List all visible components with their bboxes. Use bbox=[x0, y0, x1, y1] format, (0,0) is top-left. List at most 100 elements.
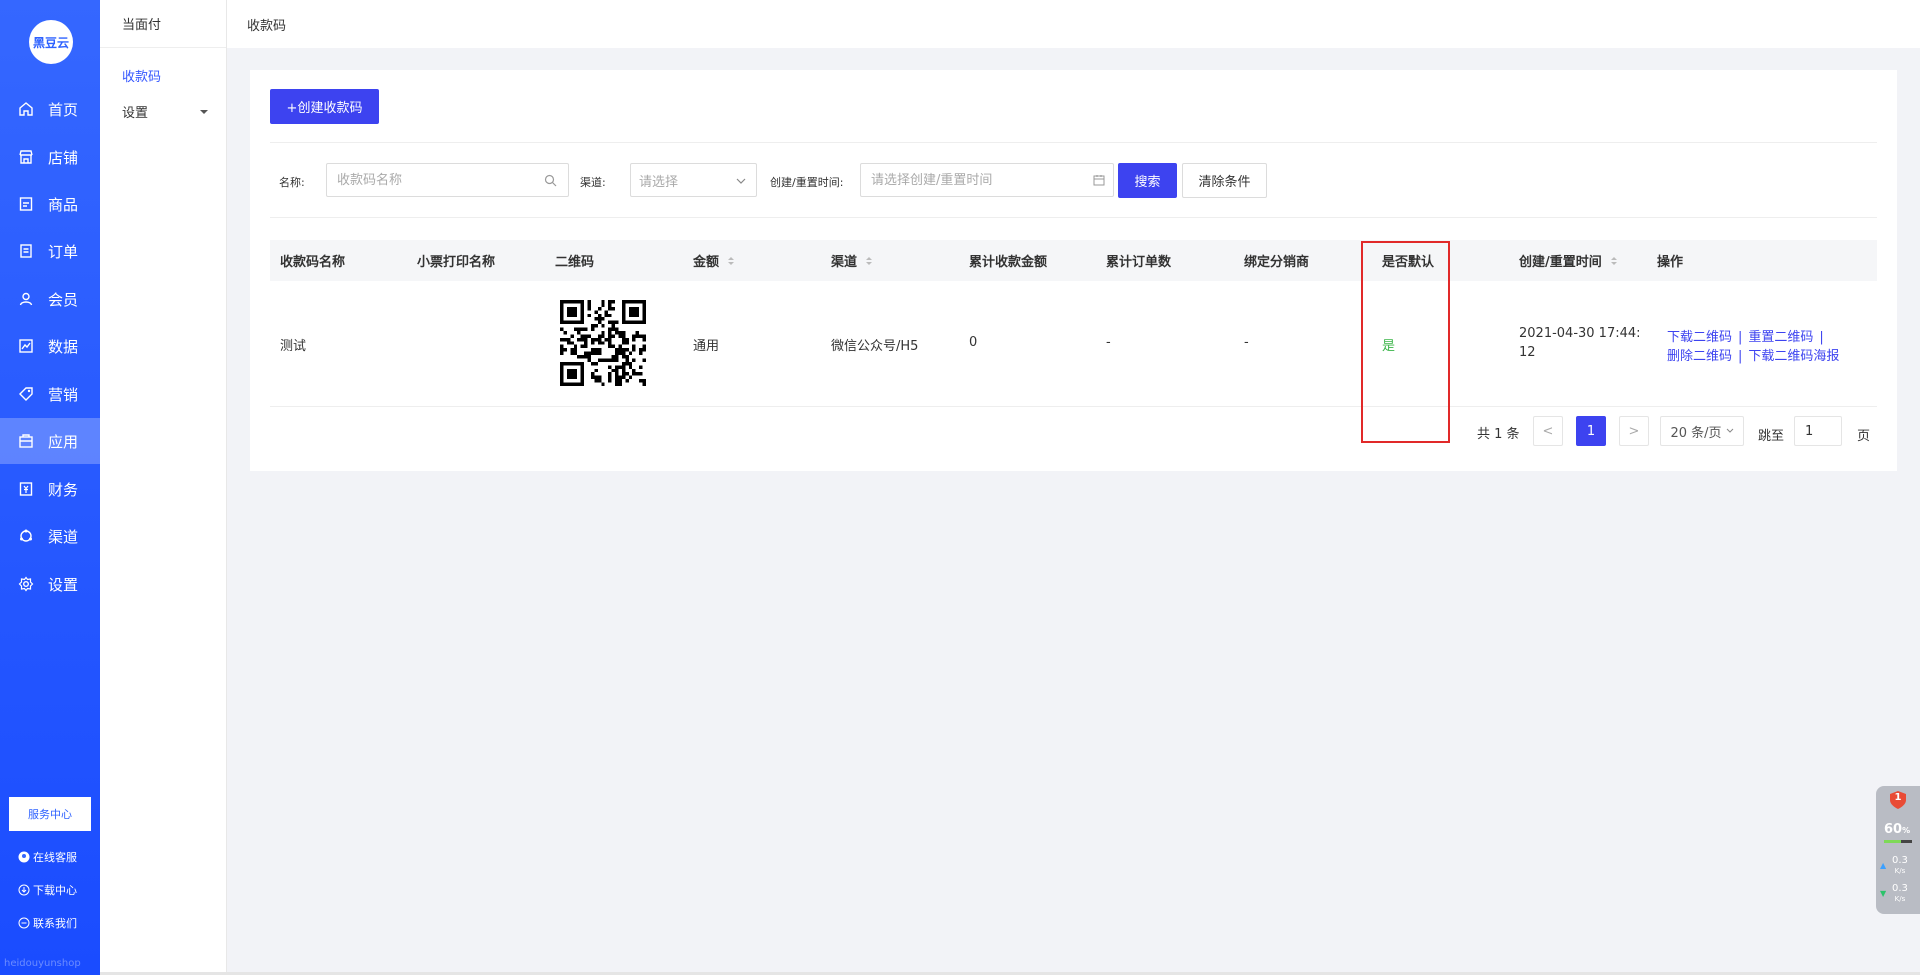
download-poster-link[interactable]: 下载二维码海报 bbox=[1748, 349, 1839, 364]
sidebar-item-apps[interactable]: 应用 bbox=[0, 418, 100, 464]
sidebar-item-channels[interactable]: 渠道 bbox=[0, 513, 100, 559]
column-header: 绑定分销商 bbox=[1244, 255, 1310, 270]
data-icon bbox=[18, 338, 34, 354]
chevron-down-icon bbox=[1726, 428, 1734, 434]
calendar-icon[interactable] bbox=[1093, 174, 1105, 186]
column-header-time[interactable]: 创建/重置时间 bbox=[1519, 240, 1617, 281]
sort-icon[interactable] bbox=[728, 256, 735, 265]
column-header: 累计收款金额 bbox=[969, 255, 1048, 270]
sort-icon[interactable] bbox=[866, 256, 873, 265]
cell-distributor: - bbox=[1244, 335, 1249, 350]
usage-percent: 60% bbox=[1884, 822, 1911, 837]
sidebar-item-orders[interactable]: 订单 bbox=[0, 228, 100, 274]
app-icon bbox=[18, 433, 34, 449]
page-size-select[interactable]: 20 条/页 bbox=[1660, 416, 1744, 446]
gear-icon bbox=[18, 576, 34, 592]
name-search-input[interactable] bbox=[326, 163, 569, 197]
sidebar-item-finance[interactable]: 财务 bbox=[0, 466, 100, 512]
column-header: 小票打印名称 bbox=[417, 255, 496, 270]
cell-channel: 微信公众号/H5 bbox=[831, 339, 919, 354]
column-header-amount[interactable]: 金额 bbox=[693, 240, 735, 281]
delete-qrcode-link[interactable]: 删除二维码 bbox=[1667, 349, 1732, 364]
time-filter-label: 创建/重置时间: bbox=[770, 176, 844, 189]
separator: | bbox=[1819, 330, 1824, 345]
subnav-item-qrcode[interactable]: 收款码 bbox=[122, 66, 161, 85]
chat-icon bbox=[18, 917, 30, 929]
search-icon[interactable] bbox=[544, 174, 557, 187]
column-header: 累计订单数 bbox=[1106, 255, 1172, 270]
cell-time-line2: 12 bbox=[1519, 345, 1536, 360]
name-filter-label: 名称: bbox=[279, 176, 305, 189]
column-header: 二维码 bbox=[555, 255, 595, 270]
tag-icon bbox=[18, 386, 34, 402]
column-header-channel[interactable]: 渠道 bbox=[831, 240, 873, 281]
main-sidebar: 黑豆云 首页 店铺 商品 订单 会员 数据 营销 应用 财务 渠道 设置 服务中… bbox=[0, 0, 100, 975]
highlight-box bbox=[1361, 241, 1450, 443]
row-divider bbox=[270, 406, 1877, 407]
usage-bar-fill bbox=[1884, 840, 1901, 843]
cell-amount: 通用 bbox=[693, 339, 720, 354]
download-icon bbox=[18, 884, 30, 896]
cell-total-amount: 0 bbox=[969, 335, 978, 350]
prev-page-button[interactable]: < bbox=[1533, 416, 1563, 446]
sidebar-item-marketing[interactable]: 营销 bbox=[0, 371, 100, 417]
reset-qrcode-link[interactable]: 重置二维码 bbox=[1748, 330, 1813, 345]
action-links-line2: 删除二维码 | 下载二维码海报 bbox=[1667, 345, 1839, 364]
sort-icon[interactable] bbox=[1610, 256, 1617, 265]
channel-filter-label: 渠道: bbox=[580, 176, 606, 189]
topbar: 收款码 bbox=[227, 0, 1920, 48]
next-page-button[interactable]: > bbox=[1619, 416, 1649, 446]
jump-label: 跳至 bbox=[1758, 429, 1785, 444]
sidebar-item-members[interactable]: 会员 bbox=[0, 276, 100, 322]
channel-icon bbox=[18, 528, 34, 544]
cell-name: 测试 bbox=[280, 339, 307, 354]
contact-us-link[interactable]: 联系我们 bbox=[18, 915, 77, 931]
time-range-input[interactable] bbox=[860, 163, 1114, 197]
goods-icon bbox=[18, 196, 34, 212]
create-qrcode-button[interactable]: +创建收款码 bbox=[270, 89, 379, 124]
brand-logo[interactable]: 黑豆云 bbox=[29, 20, 73, 64]
column-header: 操作 bbox=[1657, 255, 1684, 270]
cell-time-line1: 2021-04-30 17:44: bbox=[1519, 326, 1641, 341]
service-center-button[interactable]: 服务中心 bbox=[9, 797, 91, 831]
chevron-down-icon[interactable] bbox=[200, 110, 208, 114]
divider bbox=[270, 217, 1877, 218]
watermark-text: heidouyunshop bbox=[4, 958, 81, 969]
subnav-item-settings[interactable]: 设置 bbox=[122, 102, 148, 121]
clear-filters-button[interactable]: 清除条件 bbox=[1182, 163, 1267, 198]
sidebar-item-settings[interactable]: 设置 bbox=[0, 561, 100, 607]
search-button[interactable]: 搜索 bbox=[1118, 163, 1177, 198]
avatar-icon bbox=[18, 851, 30, 863]
online-support-link[interactable]: 在线客服 bbox=[18, 849, 77, 865]
channel-select[interactable]: 请选择 bbox=[630, 163, 757, 197]
member-icon bbox=[18, 291, 34, 307]
upload-speed: 0.3 K/s bbox=[1892, 855, 1908, 876]
separator: | bbox=[1738, 330, 1743, 345]
sidebar-item-store[interactable]: 店铺 bbox=[0, 134, 100, 180]
breadcrumb: 收款码 bbox=[247, 18, 287, 34]
sidebar-item-home[interactable]: 首页 bbox=[0, 86, 100, 132]
page-unit-label: 页 bbox=[1857, 429, 1871, 444]
notification-badge: 1 bbox=[1894, 792, 1902, 803]
secondary-nav: 当面付 收款码 设置 bbox=[100, 0, 227, 975]
sidebar-item-data[interactable]: 数据 bbox=[0, 323, 100, 369]
download-center-link[interactable]: 下载中心 bbox=[18, 882, 77, 898]
usage-bar bbox=[1884, 840, 1912, 843]
sidebar-item-goods[interactable]: 商品 bbox=[0, 181, 100, 227]
home-icon bbox=[18, 101, 34, 117]
download-arrow-icon: ▼ bbox=[1880, 889, 1887, 898]
system-monitor-widget[interactable]: 1 60% ▲ 0.3 K/s ▼ 0.3 K/s bbox=[1876, 786, 1920, 914]
column-header: 收款码名称 bbox=[280, 255, 346, 270]
cell-total-orders: - bbox=[1106, 335, 1111, 350]
chevron-down-icon bbox=[736, 177, 746, 185]
upload-arrow-icon: ▲ bbox=[1880, 861, 1887, 870]
divider bbox=[270, 142, 1877, 143]
page-1-button[interactable]: 1 bbox=[1576, 416, 1606, 446]
download-speed: 0.3 K/s bbox=[1892, 883, 1908, 904]
download-qrcode-link[interactable]: 下载二维码 bbox=[1667, 330, 1732, 345]
finance-icon bbox=[18, 481, 34, 497]
pagination-total: 共 1 条 bbox=[1477, 427, 1520, 442]
jump-page-input[interactable] bbox=[1794, 416, 1842, 446]
separator: | bbox=[1738, 349, 1743, 364]
table-header: 收款码名称 小票打印名称 二维码 金额 渠道 累计收款金额 累计订单数 绑定分销… bbox=[270, 240, 1877, 281]
